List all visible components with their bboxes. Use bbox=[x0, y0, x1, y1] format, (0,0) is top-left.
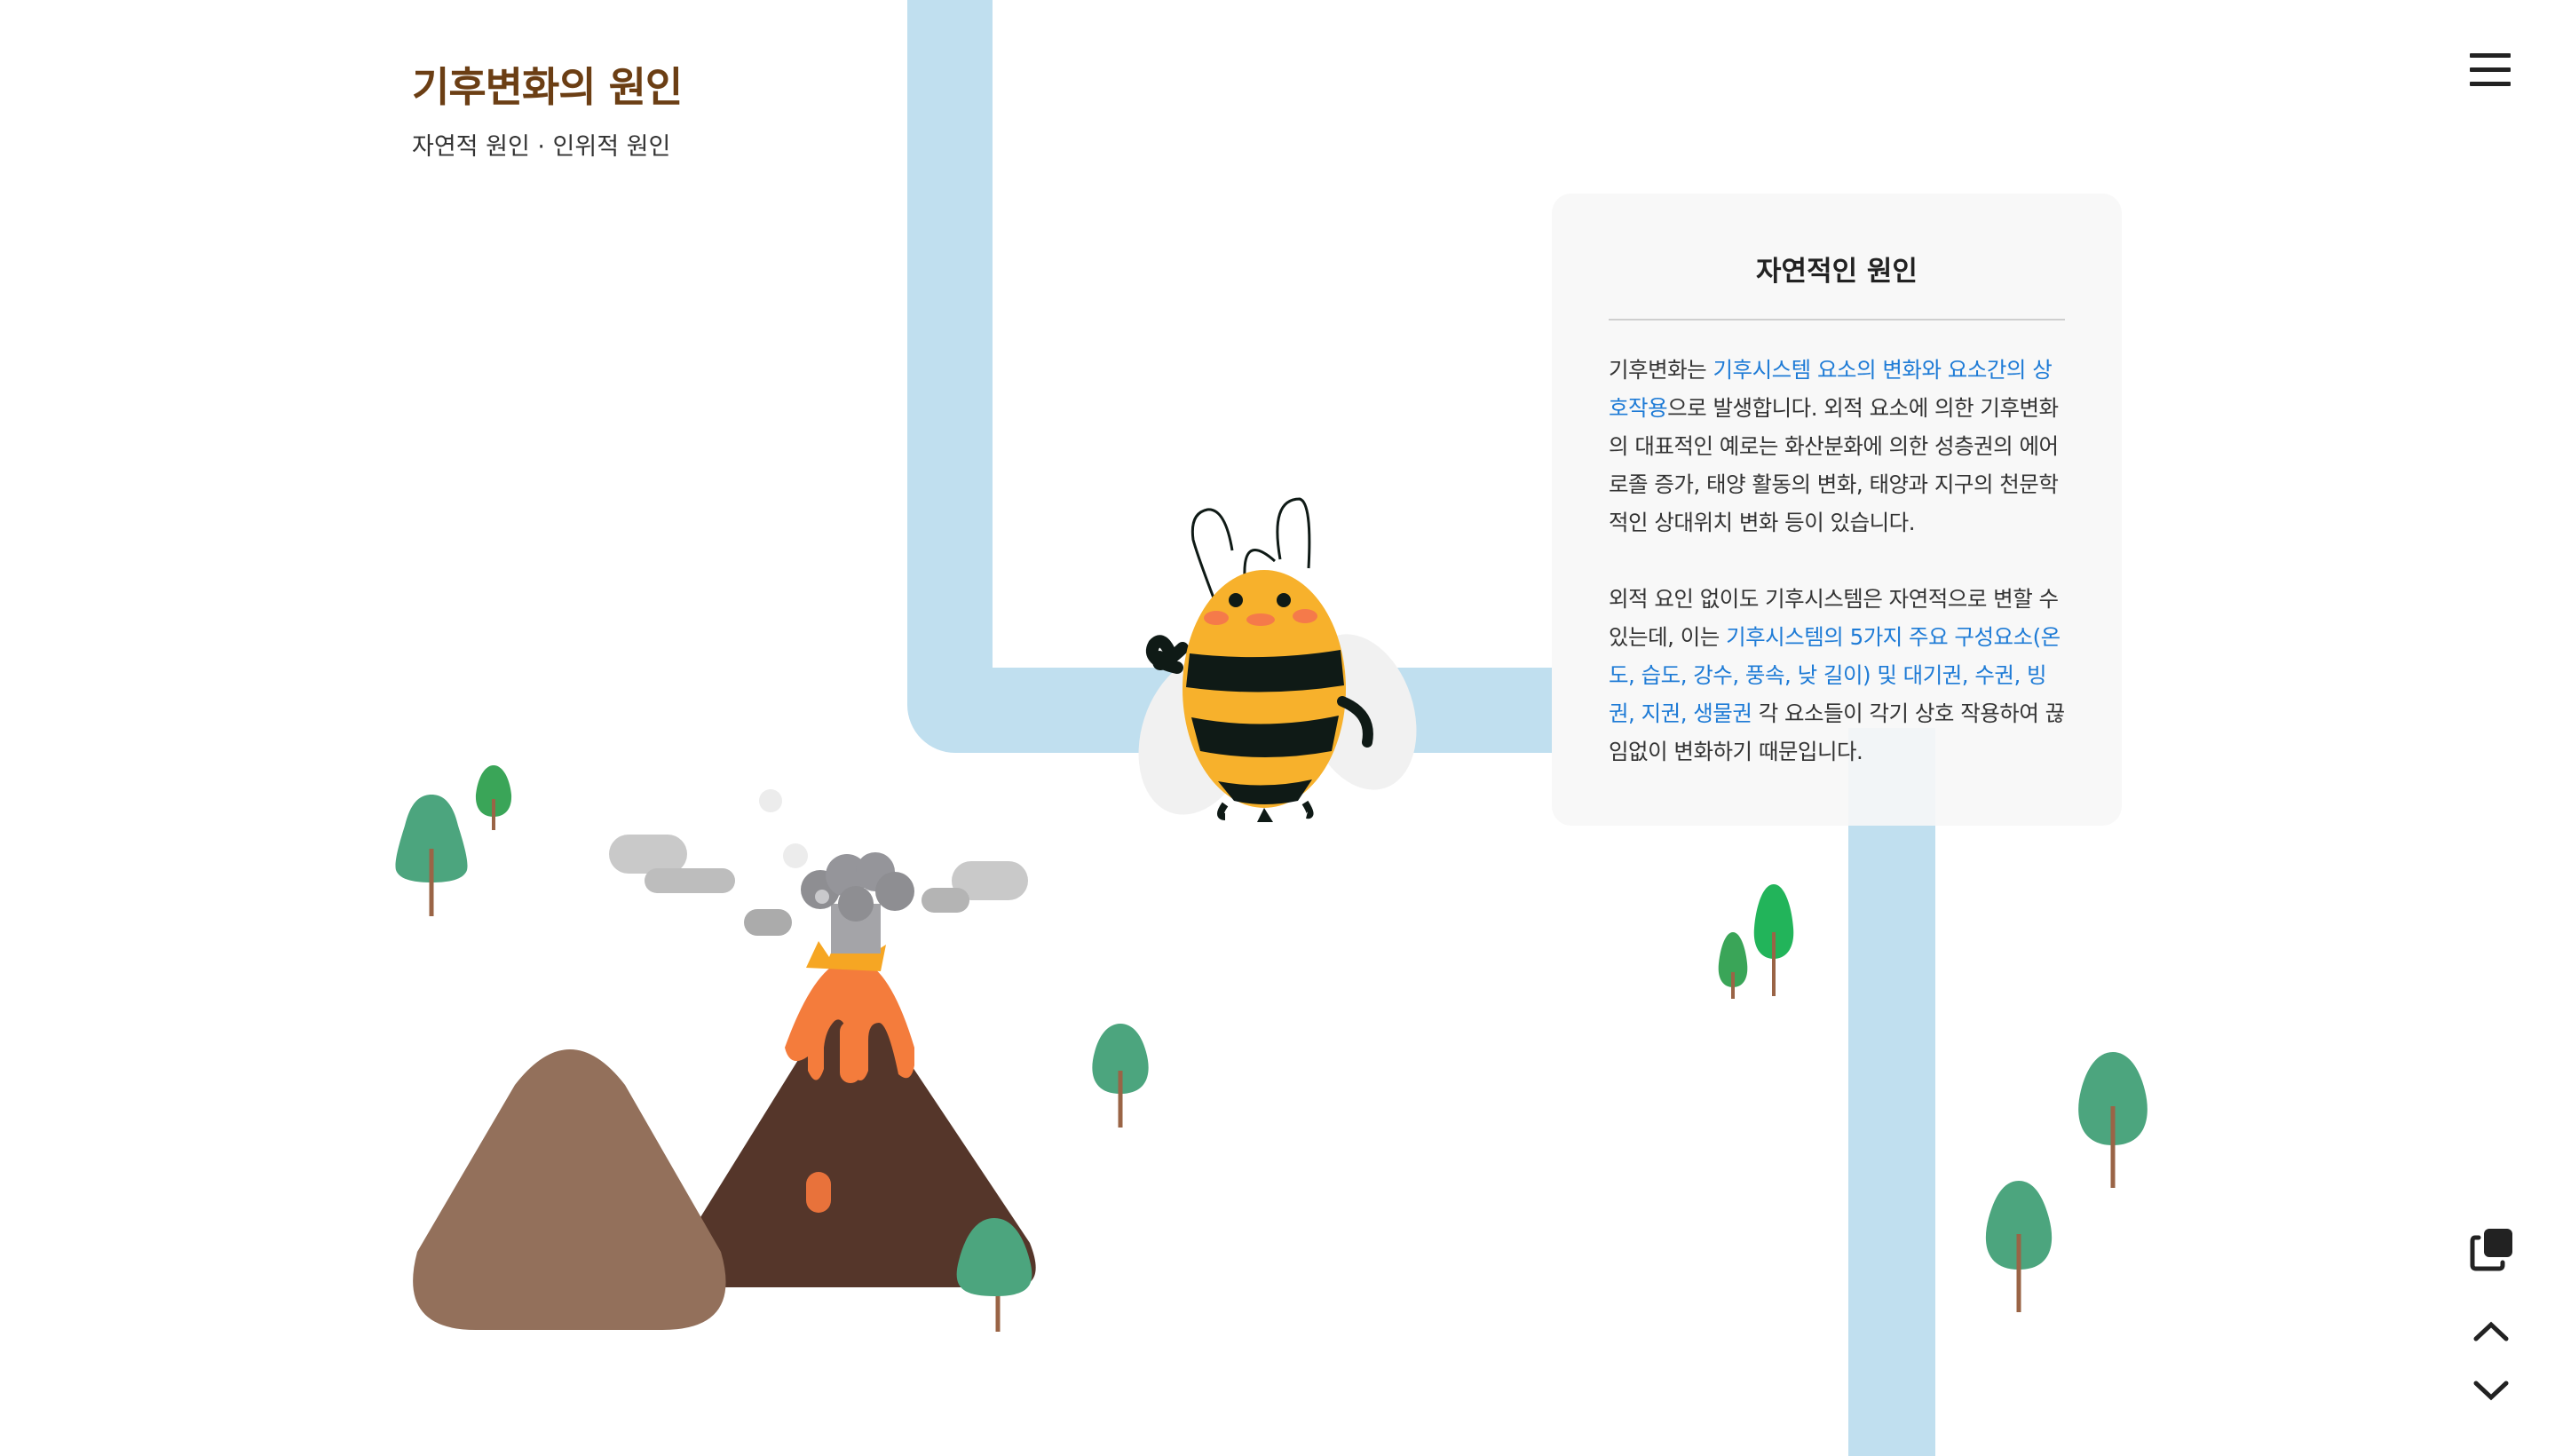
page-title: 기후변화의 원인 bbox=[412, 63, 683, 111]
tree bbox=[2078, 1052, 2148, 1188]
illustration-scene bbox=[395, 0, 2148, 1456]
hill bbox=[413, 1049, 726, 1331]
tree bbox=[1985, 1181, 2053, 1312]
info-card-body: 기후변화는 기후시스템 요소의 변화와 요소간의 상호작용으로 발생합니다. 외… bbox=[1609, 351, 2065, 771]
menu-button[interactable] bbox=[2470, 53, 2511, 92]
tree bbox=[395, 795, 468, 916]
paragraph-text: 기후변화는 bbox=[1609, 357, 1713, 383]
info-paragraph: 외적 요인 없이도 기후시스템은 자연적으로 변할 수 있는데, 이는 기후시스… bbox=[1609, 580, 2065, 771]
tree bbox=[1718, 932, 1748, 999]
info-card: 자연적인 원인 기후변화는 기후시스템 요소의 변화와 요소간의 상호작용으로 … bbox=[1552, 194, 2122, 826]
hamburger-menu-icon bbox=[2470, 53, 2511, 86]
chevron-up-icon bbox=[2473, 1321, 2509, 1341]
tree bbox=[475, 765, 512, 830]
scroll-down-button[interactable] bbox=[2472, 1378, 2511, 1405]
paragraph-text: 으로 발생합니다. 외적 요소에 의한 기후변화의 대표적인 예로는 화산분화에… bbox=[1609, 395, 2059, 535]
tree bbox=[1092, 1024, 1149, 1128]
tree bbox=[1753, 884, 1794, 996]
info-card-title: 자연적인 원인 bbox=[1609, 249, 2065, 320]
scroll-up-button[interactable] bbox=[2472, 1318, 2511, 1344]
page-subtitle: 자연적 원인 · 인위적 원인 bbox=[412, 133, 671, 161]
chevron-down-icon bbox=[2473, 1381, 2509, 1401]
copy-button[interactable] bbox=[2470, 1227, 2514, 1271]
copy-icon bbox=[2470, 1229, 2512, 1271]
info-paragraph: 기후변화는 기후시스템 요소의 변화와 요소간의 상호작용으로 발생합니다. 외… bbox=[1609, 351, 2065, 542]
bee-character bbox=[1138, 497, 1417, 822]
